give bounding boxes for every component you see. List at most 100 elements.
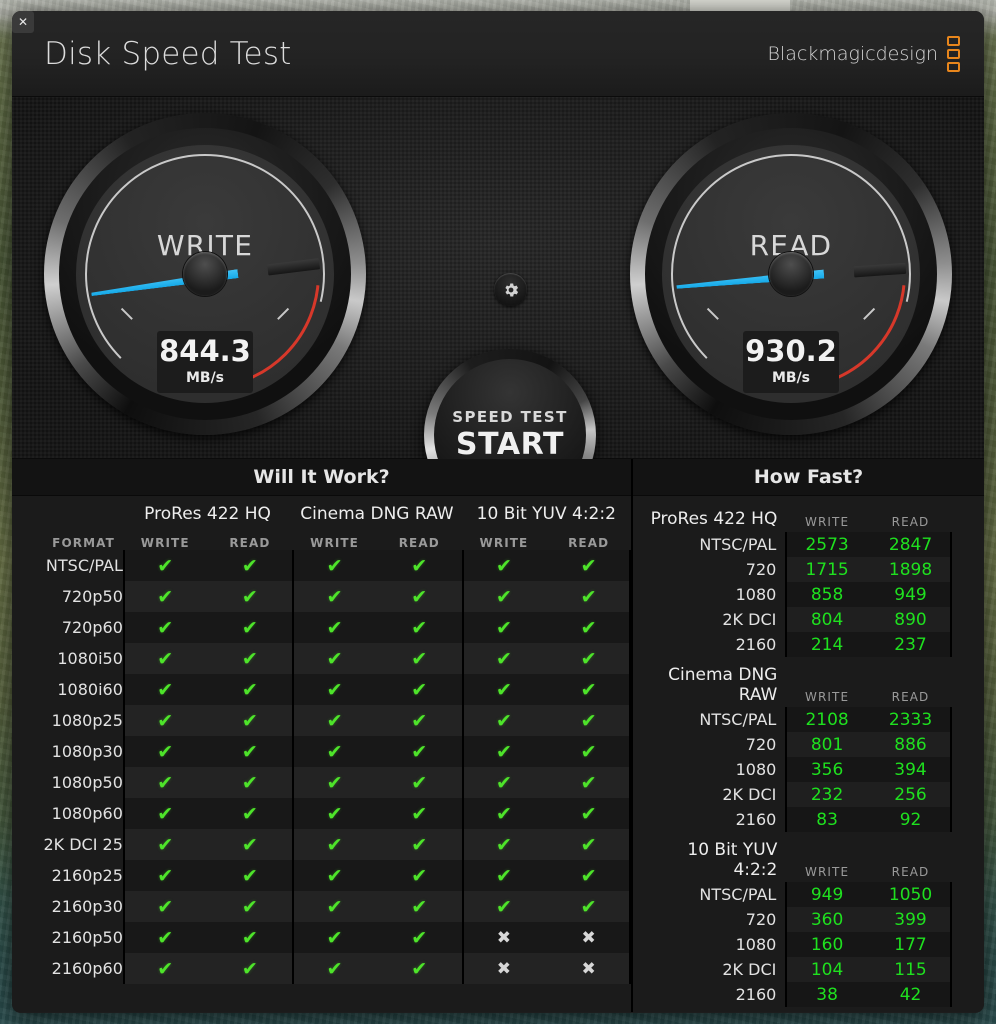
format-label: NTSC/PAL [45, 556, 123, 575]
check-icon: ✔ [495, 709, 512, 732]
check-icon: ✔ [241, 895, 258, 918]
check-icon: ✔ [495, 585, 512, 608]
write-speed-value: 360 [785, 907, 869, 932]
format-column-header: FORMAT [52, 536, 115, 550]
check-icon: ✔ [411, 585, 428, 608]
check-icon: ✔ [241, 771, 258, 794]
support-cell: ✔ [461, 705, 547, 736]
gear-icon[interactable] [494, 273, 527, 306]
support-cell: ✔ [376, 705, 462, 736]
table-row: 2K DCI 104 115 [639, 957, 966, 982]
how-fast-table: ProRes 422 HQ WRITE READ NTSC/PAL 2573 2847 72… [639, 502, 966, 657]
support-cell: ✔ [461, 891, 547, 922]
write-speed-value: 83 [785, 807, 869, 832]
support-cell: ✔ [376, 829, 462, 860]
format-label: 1080p50 [51, 773, 123, 792]
support-cell: ✔ [461, 767, 547, 798]
cross-icon: ✖ [496, 928, 512, 948]
write-speed-value: 804 [785, 607, 869, 632]
read-speed-value: 256 [868, 782, 953, 807]
will-it-work-table: ProRes 422 HQ Cinema DNG RAW 10 Bit YUV … [12, 496, 631, 984]
read-gauge-face: READ 930.2 MB/s [662, 145, 920, 403]
how-fast-section-header: 10 Bit YUV 4:2:2 WRITE READ [639, 834, 966, 882]
check-icon: ✔ [411, 957, 428, 980]
table-row: 1080i60 ✔ ✔ ✔ ✔ ✔ ✔ [12, 674, 631, 705]
how-fast-sections: ProRes 422 HQ WRITE READ NTSC/PAL 2573 2847 72… [633, 496, 984, 1007]
table-row: 1080p25 ✔ ✔ ✔ ✔ ✔ ✔ [12, 705, 631, 736]
resolution-label: 2160 [735, 635, 777, 654]
check-icon: ✔ [495, 771, 512, 794]
check-icon: ✔ [326, 709, 343, 732]
support-cell: ✔ [546, 674, 631, 705]
how-fast-section-header: Cinema DNG RAW WRITE READ [639, 659, 966, 707]
support-cell: ✔ [376, 891, 462, 922]
support-cell: ✔ [461, 674, 547, 705]
check-icon: ✔ [495, 647, 512, 670]
format-label: 2K DCI 25 [43, 835, 123, 854]
table-row: 1080p50 ✔ ✔ ✔ ✔ ✔ ✔ [12, 767, 631, 798]
check-icon: ✔ [326, 864, 343, 887]
check-icon: ✔ [411, 864, 428, 887]
resolution-label: 720 [745, 910, 777, 929]
write-speed-value: 104 [785, 957, 869, 982]
support-cell: ✖ [546, 922, 631, 953]
table-row: NTSC/PAL ✔ ✔ ✔ ✔ ✔ ✔ [12, 550, 631, 581]
will-it-work-panel: Will It Work? ProRes 422 HQ Cinema DNG R… [12, 459, 631, 1012]
disk-speed-test-window: ✕ Disk Speed Test Blackmagicdesign WRITE… [12, 11, 984, 1013]
subheader-cinemadng-read: READ [398, 536, 440, 550]
support-cell: ✔ [292, 550, 377, 581]
resolution-label: NTSC/PAL [699, 535, 777, 554]
support-cell: ✔ [546, 736, 631, 767]
table-row: 2K DCI 232 256 [639, 782, 966, 807]
check-icon: ✔ [580, 771, 597, 794]
resolution-label: NTSC/PAL [699, 710, 777, 729]
format-label: 2160p60 [51, 959, 123, 978]
cross-icon: ✖ [581, 959, 596, 979]
resolution-label: 720 [745, 560, 777, 579]
support-cell: ✔ [461, 736, 547, 767]
check-icon: ✔ [580, 864, 597, 887]
table-row: 720 801 886 [639, 732, 966, 757]
support-cell: ✔ [461, 581, 547, 612]
resolution-label: 2K DCI [722, 610, 777, 629]
check-icon: ✔ [411, 802, 428, 825]
group-header-cinemadng: Cinema DNG RAW [300, 504, 454, 524]
write-speed-value: 801 [785, 732, 869, 757]
read-value: 930.2 [745, 334, 837, 368]
table-row: 1080 858 949 [639, 582, 966, 607]
write-value: 844.3 [159, 334, 251, 368]
check-icon: ✔ [241, 616, 258, 639]
resolution-label: 1080 [735, 760, 777, 779]
check-icon: ✔ [326, 833, 343, 856]
support-cell: ✔ [376, 798, 462, 829]
read-unit: MB/s [771, 370, 811, 386]
start-button-main-label: START [455, 427, 565, 462]
brand-name: Blackmagicdesign [767, 42, 938, 65]
subheader-yuv-read: READ [568, 536, 610, 550]
check-icon: ✔ [580, 616, 597, 639]
support-cell: ✔ [461, 798, 547, 829]
support-cell: ✔ [207, 829, 293, 860]
check-icon: ✔ [411, 616, 428, 639]
table-row: 2160p50 ✔ ✔ ✔ ✔ ✖ ✖ [12, 922, 631, 953]
close-button[interactable]: ✕ [12, 11, 34, 33]
support-cell: ✔ [207, 798, 293, 829]
format-label: 720p50 [61, 587, 123, 606]
check-icon: ✔ [411, 709, 428, 732]
check-icon: ✔ [580, 647, 597, 670]
support-cell: ✔ [292, 767, 377, 798]
support-cell: ✔ [292, 922, 377, 953]
format-label: 1080p60 [51, 804, 123, 823]
check-icon: ✔ [326, 771, 343, 794]
support-cell: ✔ [376, 550, 462, 581]
support-cell: ✔ [122, 829, 208, 860]
table-row: 2160p30 ✔ ✔ ✔ ✔ ✔ ✔ [12, 891, 631, 922]
support-cell: ✔ [207, 922, 293, 953]
support-cell: ✔ [376, 736, 462, 767]
support-cell: ✔ [376, 581, 462, 612]
support-cell: ✔ [376, 612, 462, 643]
support-cell: ✔ [461, 860, 547, 891]
check-icon: ✔ [580, 895, 597, 918]
section-title: Cinema DNG RAW [668, 665, 778, 705]
support-cell: ✔ [376, 860, 462, 891]
